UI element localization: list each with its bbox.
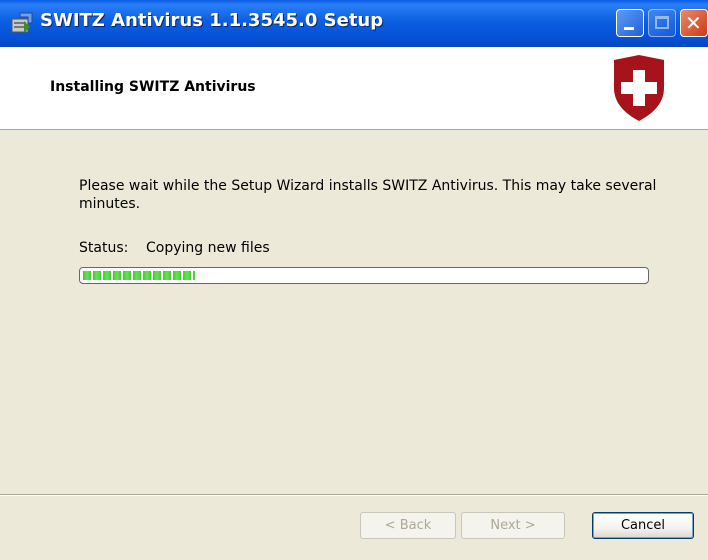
next-button[interactable]: Next > <box>461 512 565 539</box>
maximize-button[interactable] <box>648 9 676 37</box>
shield-cross-icon <box>614 55 664 121</box>
status-label: Status: <box>79 240 129 256</box>
window-title: SWITZ Antivirus 1.1.3545.0 Setup <box>40 10 384 31</box>
progress-fill <box>83 271 195 280</box>
installer-icon <box>11 12 33 33</box>
maximize-icon <box>655 16 669 29</box>
footer-divider-highlight <box>0 495 708 496</box>
install-progress-bar <box>79 267 649 284</box>
status-value: Copying new files <box>146 240 270 256</box>
title-bar[interactable]: SWITZ Antivirus 1.1.3545.0 Setup ✕ <box>0 0 708 47</box>
description-text: Please wait while the Setup Wizard insta… <box>79 178 657 212</box>
wizard-header: Installing SWITZ Antivirus <box>0 47 708 130</box>
minimize-button[interactable] <box>616 9 644 37</box>
close-button[interactable]: ✕ <box>680 9 708 37</box>
cancel-button[interactable]: Cancel <box>592 512 694 539</box>
page-title: Installing SWITZ Antivirus <box>50 79 256 95</box>
close-icon: ✕ <box>685 11 702 35</box>
back-button[interactable]: < Back <box>360 512 456 539</box>
minimize-icon <box>624 27 634 30</box>
